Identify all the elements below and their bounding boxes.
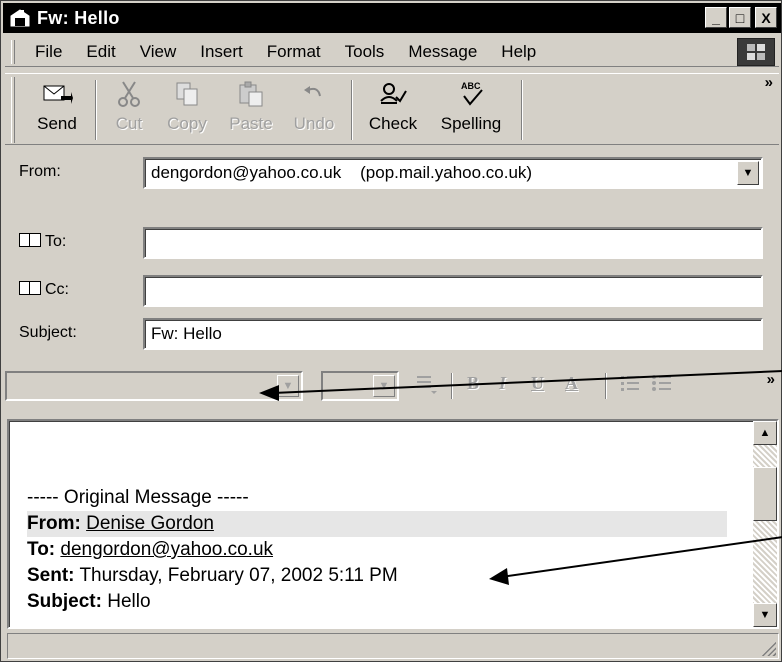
bold-button[interactable]: B [467,373,479,394]
spelling-button[interactable]: ABC Spelling [427,74,515,144]
format-separator [605,373,607,399]
from-label: From: [19,163,61,180]
subject-field[interactable]: Fw: Hello [143,318,763,350]
cc-field[interactable] [143,275,763,307]
menu-bar: File Edit View Insert Format Tools Messa… [5,37,779,67]
original-message-header: ----- Original Message ----- [27,487,249,508]
spelling-icon: ABC [454,80,488,108]
bullet-list-icon[interactable] [651,373,673,400]
menu-edit[interactable]: Edit [74,39,127,65]
quoted-subject-label: Subject: [27,591,102,612]
address-book-icon [19,233,41,247]
to-label: To: [45,233,67,250]
quoted-from-line: From: Denise Gordon [27,511,727,537]
copy-icon [170,80,204,108]
toolbar-overflow-button[interactable]: » [765,74,773,91]
quoted-to-label: To: [27,539,56,560]
quoted-subject-line: Subject: Hello [27,589,727,615]
format-toolbar: ▼ ▼ B I U A » [5,369,779,403]
quoted-from-label: From: [27,513,81,534]
paragraph-style-icon[interactable] [415,373,437,400]
copy-button[interactable]: Copy [155,74,219,144]
minimize-button[interactable]: _ [705,7,727,28]
windows-flag-icon [737,38,775,66]
from-account-value: dengordon@yahoo.co.uk (pop.mail.yahoo.co… [151,163,533,182]
underline-button[interactable]: U [531,373,544,394]
to-label-wrap[interactable]: To: [19,233,66,251]
undo-button[interactable]: Undo [283,74,345,144]
chevron-down-icon[interactable]: ▼ [737,161,759,185]
toolbar-separator [521,80,523,140]
menu-view[interactable]: View [128,39,189,65]
cc-label: Cc: [45,281,69,298]
quoted-message: ----- Original Message ----- From: Denis… [27,485,727,615]
scroll-up-icon[interactable]: ▲ [753,421,777,445]
font-color-button[interactable]: A [565,373,578,394]
menu-format[interactable]: Format [255,39,333,65]
quoted-sent-label: Sent: [27,565,75,586]
menu-help[interactable]: Help [489,39,548,65]
main-toolbar: Send Cut Copy Paste Undo Check ABC Spell… [5,73,779,145]
scroll-down-icon[interactable]: ▼ [753,603,777,627]
toolbar-separator [351,80,353,140]
format-separator [451,373,453,399]
send-label: Send [37,114,77,133]
svg-text:ABC: ABC [461,81,481,91]
check-names-icon [376,80,410,108]
quoted-to-link[interactable]: dengordon@yahoo.co.uk [60,539,273,560]
italic-button[interactable]: I [499,373,506,394]
cut-label: Cut [115,114,143,133]
check-label: Check [368,114,418,133]
quoted-sent-line: Sent: Thursday, February 07, 2002 5:11 P… [27,563,727,589]
scissors-icon [112,80,146,108]
undo-icon [297,80,331,108]
vertical-scrollbar[interactable]: ▲ ▼ [753,421,777,627]
quoted-from-link[interactable]: Denise Gordon [86,513,214,534]
format-overflow-button[interactable]: » [767,371,775,388]
send-icon [40,80,74,108]
compose-message-icon [9,8,31,28]
to-field[interactable] [143,227,763,259]
quoted-sent-value: Thursday, February 07, 2002 5:11 PM [79,565,398,586]
compose-window: Fw: Hello _ □ X File Edit View Insert Fo… [0,0,782,662]
menu-file[interactable]: File [25,39,74,65]
paste-label: Paste [229,114,273,133]
send-button[interactable]: Send [25,74,89,144]
menu-message[interactable]: Message [396,39,489,65]
spelling-label: Spelling [440,114,502,133]
status-bar [7,633,779,659]
toolbar-separator [95,80,97,140]
from-account-select[interactable]: dengordon@yahoo.co.uk (pop.mail.yahoo.co… [143,157,763,189]
maximize-button[interactable]: □ [729,7,751,28]
font-size-select[interactable]: ▼ [321,371,399,401]
subject-label: Subject: [19,324,77,341]
quoted-to-line: To: dengordon@yahoo.co.uk [27,537,727,563]
address-book-icon [19,281,41,295]
menu-tools[interactable]: Tools [333,39,397,65]
quoted-subject-value: Hello [107,591,151,612]
font-name-select[interactable]: ▼ [5,371,303,401]
paste-icon [234,80,268,108]
title-bar[interactable]: Fw: Hello _ □ X [3,3,781,33]
resize-grip-icon[interactable] [760,640,776,656]
chevron-down-icon[interactable]: ▼ [373,375,395,397]
toolbar-grip[interactable] [11,77,15,143]
paste-button[interactable]: Paste [219,74,283,144]
numbered-list-icon[interactable] [619,373,641,400]
window-title: Fw: Hello [37,7,120,28]
menu-grip[interactable] [11,39,15,64]
close-button[interactable]: X [755,7,777,28]
chevron-down-icon[interactable]: ▼ [277,375,299,397]
check-names-button[interactable]: Check [359,74,427,144]
menu-insert[interactable]: Insert [188,39,255,65]
scroll-thumb[interactable] [753,467,777,521]
cc-label-wrap[interactable]: Cc: [19,281,69,299]
message-body[interactable]: ----- Original Message ----- From: Denis… [7,419,779,629]
copy-label: Copy [167,114,207,133]
cut-button[interactable]: Cut [103,74,155,144]
undo-label: Undo [293,114,335,133]
